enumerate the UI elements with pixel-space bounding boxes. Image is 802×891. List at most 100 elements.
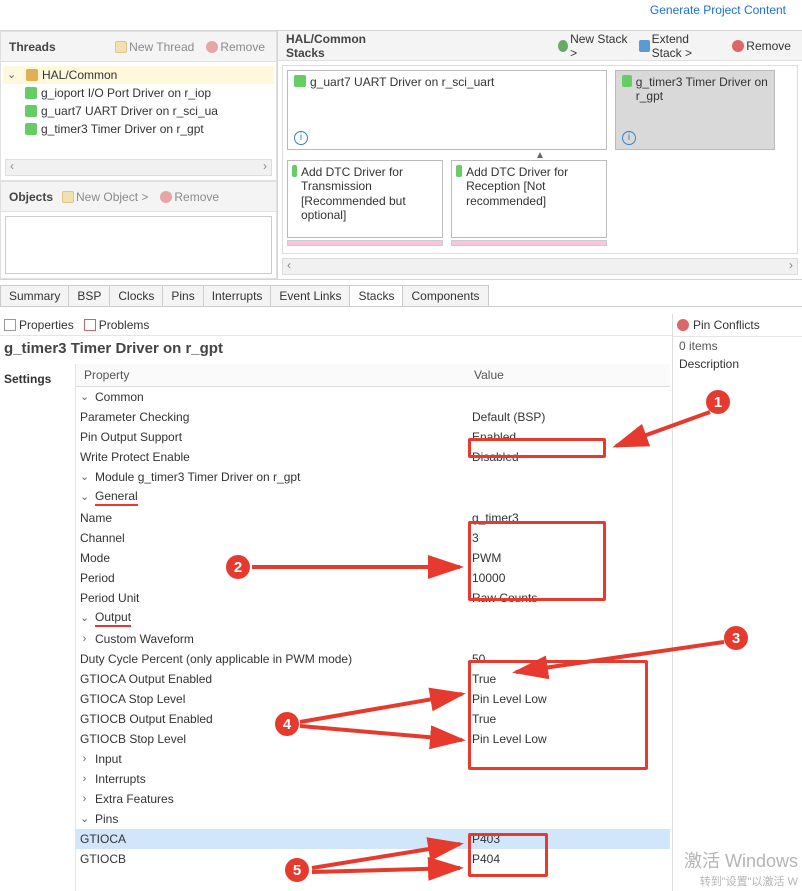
- property-value[interactable]: Disabled: [466, 448, 670, 466]
- property-label: GTIOCA: [80, 832, 126, 846]
- property-value[interactable]: True: [466, 670, 670, 688]
- property-group[interactable]: ›Interrupts: [76, 769, 670, 789]
- property-value[interactable]: P404: [466, 850, 670, 868]
- property-value[interactable]: [466, 817, 670, 821]
- property-value[interactable]: P403: [466, 830, 670, 848]
- property-group[interactable]: ⌄Output: [76, 608, 670, 629]
- property-group[interactable]: ⌄Pins: [76, 809, 670, 829]
- property-value[interactable]: Default (BSP): [466, 408, 670, 426]
- property-value[interactable]: [466, 617, 670, 621]
- property-group[interactable]: ›Custom Waveform: [76, 629, 670, 649]
- property-value[interactable]: Pin Level Low: [466, 730, 670, 748]
- tab-bsp[interactable]: BSP: [68, 285, 110, 306]
- property-value[interactable]: [466, 475, 670, 479]
- property-row[interactable]: Period 10000: [76, 568, 670, 588]
- driver-icon: [25, 87, 37, 99]
- objects-body[interactable]: [5, 216, 272, 274]
- pin-conflicts-panel: Pin Conflicts 0 items Description: [672, 314, 802, 891]
- property-value[interactable]: Pin Level Low: [466, 690, 670, 708]
- property-row[interactable]: GTIOCB Output Enabled True: [76, 709, 670, 729]
- property-group[interactable]: ›Input: [76, 749, 670, 769]
- stacks-panel: HAL/Common Stacks New Stack > Extend Sta…: [278, 31, 802, 279]
- tab-interrupts[interactable]: Interrupts: [203, 285, 272, 306]
- property-value[interactable]: Raw Counts: [466, 589, 670, 607]
- new-object-button[interactable]: New Object >: [59, 189, 151, 205]
- tab-summary[interactable]: Summary: [0, 285, 69, 306]
- property-value[interactable]: 3: [466, 529, 670, 547]
- settings-side-tab[interactable]: Settings: [0, 364, 76, 891]
- property-row[interactable]: GTIOCA Stop LevelPin Level Low: [76, 689, 670, 709]
- property-value[interactable]: 10000: [466, 569, 670, 587]
- property-group[interactable]: ⌄General: [76, 487, 670, 508]
- property-row[interactable]: ModePWM: [76, 548, 670, 568]
- property-row[interactable]: Nameg_timer3: [76, 508, 670, 528]
- property-value[interactable]: Enabled: [466, 428, 670, 446]
- property-value[interactable]: 50: [466, 650, 670, 668]
- property-row[interactable]: GTIOCA Output EnabledTrue: [76, 669, 670, 689]
- property-row[interactable]: Period UnitRaw Counts: [76, 588, 670, 608]
- tree-item[interactable]: g_uart7 UART Driver on r_sci_ua: [3, 102, 274, 120]
- remove-thread-button[interactable]: Remove: [203, 39, 268, 55]
- property-group[interactable]: ›Extra Features: [76, 789, 670, 809]
- property-value[interactable]: g_timer3: [466, 509, 670, 527]
- info-icon[interactable]: i: [294, 131, 308, 145]
- stack-box-timer[interactable]: g_timer3 Timer Driver on r_gpt i: [615, 70, 775, 150]
- tab-eventlinks[interactable]: Event Links: [270, 285, 350, 306]
- gear-icon: [26, 69, 38, 81]
- remove-object-button[interactable]: Remove: [157, 189, 222, 205]
- new-thread-button[interactable]: New Thread: [112, 39, 197, 55]
- tab-pins[interactable]: Pins: [162, 285, 203, 306]
- property-value[interactable]: PWM: [466, 549, 670, 567]
- header-value[interactable]: Value: [466, 364, 670, 386]
- extend-stack-button[interactable]: Extend Stack >: [636, 31, 723, 61]
- property-value[interactable]: [466, 395, 670, 399]
- property-row[interactable]: Duty Cycle Percent (only applicable in P…: [76, 649, 670, 669]
- extend-icon: [639, 40, 649, 52]
- header-property[interactable]: Property: [76, 364, 466, 386]
- tab-clocks[interactable]: Clocks: [109, 285, 163, 306]
- property-group[interactable]: ⌄Common: [76, 387, 670, 407]
- properties-icon: [4, 319, 16, 331]
- property-label: Period: [80, 571, 115, 585]
- objects-title: Objects: [9, 190, 53, 204]
- info-icon[interactable]: i: [622, 131, 636, 145]
- property-value[interactable]: [466, 757, 670, 761]
- dtc-box-tx[interactable]: Add DTC Driver for Transmission [Recomme…: [287, 160, 443, 238]
- tree-item[interactable]: g_timer3 Timer Driver on r_gpt: [3, 120, 274, 138]
- stack-box-uart[interactable]: g_uart7 UART Driver on r_sci_uart i: [287, 70, 607, 150]
- remove-stack-button[interactable]: Remove: [729, 38, 794, 54]
- property-grid[interactable]: Property Value ⌄CommonParameter Checking…: [76, 364, 670, 891]
- property-row[interactable]: GTIOCBP404: [76, 849, 670, 869]
- property-label: Extra Features: [95, 792, 174, 806]
- property-row[interactable]: GTIOCB Stop LevelPin Level Low: [76, 729, 670, 749]
- property-label: Parameter Checking: [80, 410, 189, 424]
- scroll-h[interactable]: [5, 159, 272, 176]
- tab-components[interactable]: Components: [402, 285, 488, 306]
- property-row[interactable]: Channel 3: [76, 528, 670, 548]
- property-value[interactable]: [466, 496, 670, 500]
- generate-project-link[interactable]: Generate Project Content: [650, 3, 786, 17]
- dtc-box-rx[interactable]: Add DTC Driver for Reception [Not recomm…: [451, 160, 607, 238]
- threads-tree[interactable]: ⌄ HAL/Common g_ioport I/O Port Driver on…: [1, 62, 276, 159]
- property-value[interactable]: [466, 777, 670, 781]
- threads-panel: Threads New Thread Remove ⌄ HAL/Common g…: [0, 31, 277, 181]
- new-stack-button[interactable]: New Stack >: [555, 31, 631, 61]
- properties-view-tab[interactable]: Properties: [4, 318, 74, 332]
- scroll-h[interactable]: [282, 258, 798, 275]
- property-row[interactable]: Parameter Checking Default (BSP): [76, 407, 670, 427]
- property-value[interactable]: [466, 797, 670, 801]
- property-row[interactable]: GTIOCA P403: [76, 829, 670, 849]
- property-row[interactable]: Write Protect EnableDisabled: [76, 447, 670, 467]
- property-label: GTIOCB Output Enabled: [80, 712, 213, 726]
- problems-view-tab[interactable]: Problems: [84, 318, 150, 332]
- property-group[interactable]: ⌄Module g_timer3 Timer Driver on r_gpt: [76, 467, 670, 487]
- tree-item-hal-common[interactable]: ⌄ HAL/Common: [3, 66, 274, 84]
- property-row[interactable]: Pin Output SupportEnabled: [76, 427, 670, 447]
- property-value[interactable]: True: [466, 710, 670, 728]
- stacks-body[interactable]: g_uart7 UART Driver on r_sci_uart i g_ti…: [282, 65, 798, 254]
- property-value[interactable]: [466, 637, 670, 641]
- tab-stacks[interactable]: Stacks: [349, 285, 403, 306]
- pin-conflicts-desc-header[interactable]: Description: [673, 355, 802, 373]
- tree-item[interactable]: g_ioport I/O Port Driver on r_iop: [3, 84, 274, 102]
- property-label: Channel: [80, 531, 125, 545]
